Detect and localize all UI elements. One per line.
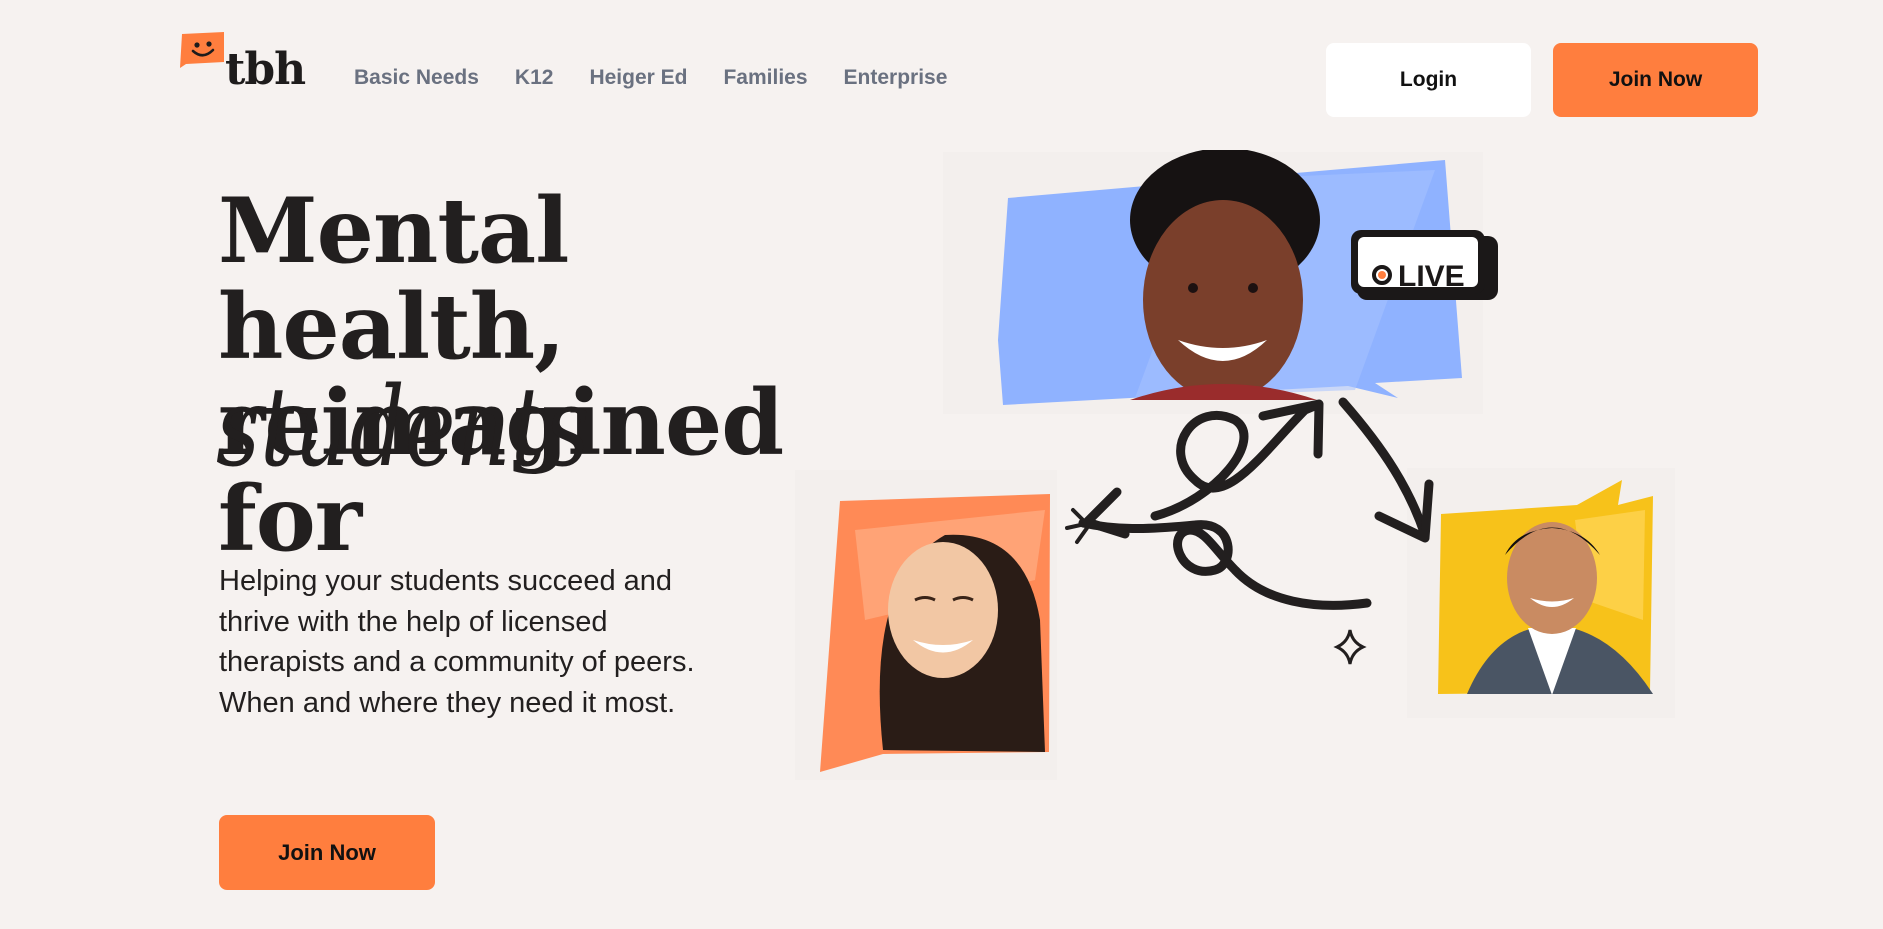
arrow-left-head — [1082, 487, 1130, 539]
nav-enterprise[interactable]: Enterprise — [844, 66, 948, 90]
nav-basic-needs[interactable]: Basic Needs — [354, 66, 479, 90]
join-now-button[interactable]: Join Now — [1553, 43, 1758, 117]
right-student-card — [1407, 468, 1675, 718]
tbh-logo[interactable]: tbh — [180, 28, 310, 108]
sparkle-icon — [1333, 629, 1367, 665]
main-nav: Basic Needs K12 Heiger Ed Families Enter… — [354, 66, 947, 90]
hero-illustration: LIVE — [795, 150, 1685, 790]
headline-line-1: Mental health, — [218, 178, 569, 380]
hero-subtext: Helping your students succeed and thrive… — [219, 565, 695, 719]
live-badge: LIVE — [1351, 230, 1498, 300]
live-label: LIVE — [1398, 260, 1465, 293]
connection-arrows — [1078, 397, 1434, 610]
smiley-chat-icon — [180, 32, 224, 68]
nav-heiger-ed[interactable]: Heiger Ed — [589, 66, 687, 90]
loop-arrow-up — [1150, 400, 1322, 521]
logo-wordmark: tbh — [225, 44, 306, 95]
illustration-canvas: LIVE — [795, 150, 1675, 780]
nav-families[interactable]: Families — [723, 66, 807, 90]
student-photo-left — [879, 534, 1045, 752]
login-button[interactable]: Login — [1326, 43, 1531, 117]
left-student-card — [795, 470, 1057, 780]
hero-join-now-button[interactable]: Join Now — [219, 815, 435, 890]
burst-marks — [1065, 508, 1089, 544]
headline-script-word: students — [216, 363, 590, 491]
nav-k12[interactable]: K12 — [515, 66, 554, 90]
